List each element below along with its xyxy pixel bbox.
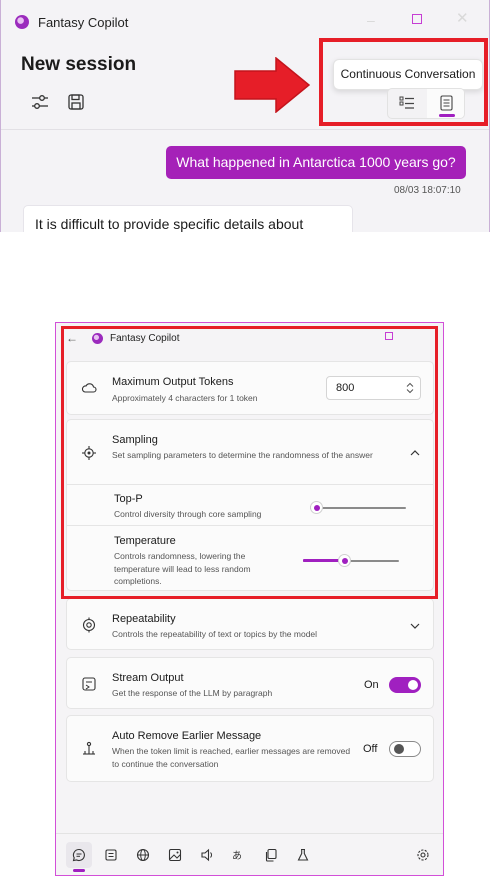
- maximize-icon[interactable]: [412, 14, 422, 24]
- setting-description: When the token limit is reached, earlier…: [112, 746, 351, 769]
- user-message-bubble: What happened in Antarctica 1000 years g…: [166, 146, 466, 179]
- setting-description: Controls the repeatability of text or to…: [112, 629, 318, 639]
- stream-icon: [82, 677, 96, 691]
- session-title: New session: [21, 54, 137, 75]
- title-bar: Fantasy Copilot – ✕: [1, 0, 489, 42]
- assistant-message-bubble: It is difficult to provide specific deta…: [23, 205, 353, 232]
- speaker-icon[interactable]: [194, 842, 220, 868]
- chat-icon[interactable]: [66, 842, 92, 872]
- annotation-arrow-icon: [234, 57, 310, 113]
- setting-title: Repeatability: [112, 613, 176, 625]
- setting-title: Stream Output: [112, 672, 184, 684]
- auto-remove-toggle[interactable]: [389, 741, 421, 757]
- repeatability-setting[interactable]: Repeatability Controls the repeatability…: [66, 598, 434, 650]
- toggle-state-label: Off: [363, 743, 378, 755]
- chat-window: Fantasy Copilot – ✕ New session Continuo…: [0, 0, 490, 232]
- repeat-icon: [82, 617, 96, 633]
- minimize-icon[interactable]: –: [367, 12, 381, 28]
- flask-icon[interactable]: [290, 842, 316, 868]
- setting-title: Auto Remove Earlier Message: [112, 730, 262, 742]
- close-icon[interactable]: ✕: [456, 9, 469, 27]
- save-icon[interactable]: [66, 92, 86, 112]
- annotation-highlight-box: [61, 326, 438, 599]
- anchor-icon: [83, 741, 95, 755]
- stream-output-setting: Stream Output Get the response of the LL…: [66, 657, 434, 709]
- app-logo-icon: [15, 15, 29, 29]
- translate-icon[interactable]: あ: [226, 842, 252, 868]
- auto-remove-setting: Auto Remove Earlier Message When the tok…: [66, 715, 434, 782]
- stream-output-toggle[interactable]: [389, 677, 421, 693]
- divider: [1, 129, 489, 130]
- globe-icon[interactable]: [130, 842, 156, 868]
- app-title: Fantasy Copilot: [38, 15, 129, 30]
- settings-icon[interactable]: [410, 842, 436, 868]
- sliders-icon[interactable]: [30, 92, 50, 112]
- notes-icon[interactable]: [98, 842, 124, 868]
- setting-description: Get the response of the LLM by paragraph: [112, 688, 273, 698]
- bottom-navigation: あ: [56, 833, 443, 875]
- annotation-highlight-box: [319, 38, 488, 126]
- chevron-down-icon[interactable]: [409, 620, 421, 632]
- copy-icon[interactable]: [258, 842, 284, 868]
- svg-text:あ: あ: [232, 850, 242, 862]
- image-icon[interactable]: [162, 842, 188, 868]
- toggle-state-label: On: [364, 679, 379, 691]
- message-timestamp: 08/03 18:07:10: [394, 185, 461, 196]
